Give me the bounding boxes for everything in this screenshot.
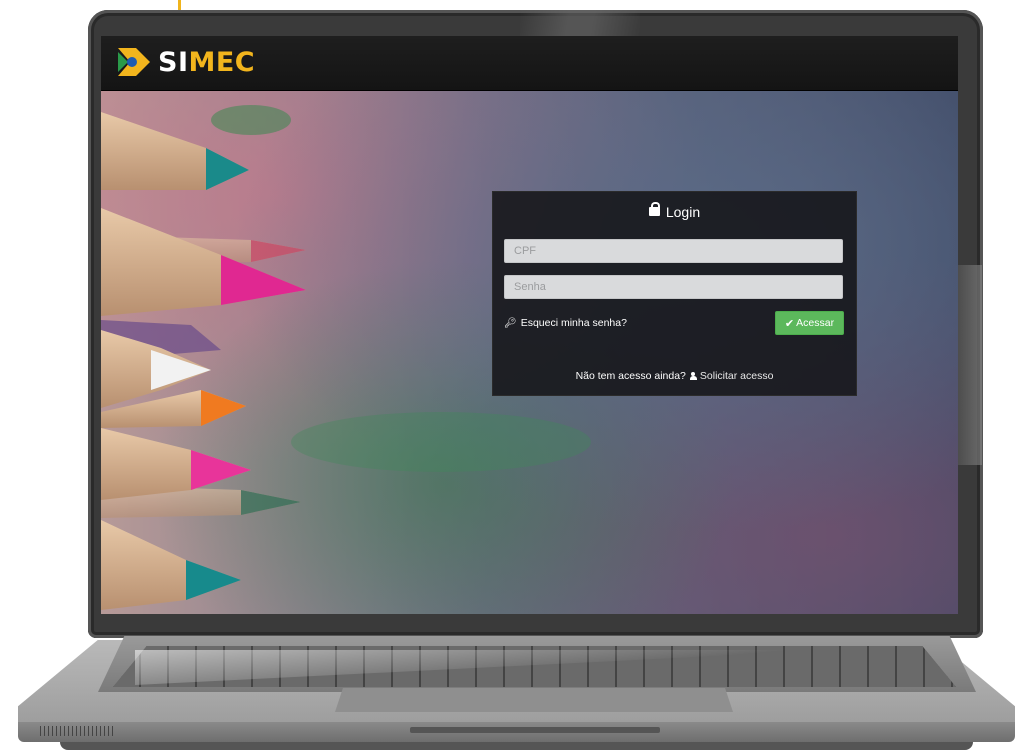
laptop-opener-groove bbox=[410, 727, 660, 733]
login-panel: Login 🔑︎ Esqueci minha senha? ✔Acessar N… bbox=[492, 191, 857, 396]
laptop-trackpad bbox=[335, 688, 733, 712]
login-title: Login bbox=[493, 202, 856, 222]
logo-text: SIMEC bbox=[158, 46, 256, 78]
top-header-bar: SIMEC bbox=[101, 36, 958, 91]
simec-logo[interactable]: SIMEC bbox=[116, 44, 255, 80]
lid-reflection bbox=[520, 10, 640, 38]
simec-logo-icon bbox=[118, 48, 150, 76]
no-access-text: Não tem acesso ainda? bbox=[575, 370, 686, 382]
login-title-label: Login bbox=[665, 204, 701, 220]
user-icon bbox=[689, 372, 697, 380]
request-access-link[interactable]: Solicitar acesso bbox=[700, 370, 774, 382]
laptop-base-bottom bbox=[60, 742, 973, 750]
cpf-field[interactable] bbox=[504, 239, 843, 263]
acessar-button[interactable]: ✔ Acessar bbox=[775, 311, 844, 335]
senha-field[interactable] bbox=[504, 275, 843, 299]
laptop-screen: SIMEC Login 🔑︎ Esqueci minha senha? ✔Ace… bbox=[101, 36, 958, 614]
acessar-label: Acessar bbox=[796, 317, 835, 329]
lid-side-reflection bbox=[958, 265, 982, 465]
senha-input[interactable] bbox=[505, 276, 842, 298]
lock-icon bbox=[648, 202, 660, 216]
request-access-line: Não tem acesso ainda? Solicitar acesso bbox=[493, 370, 856, 382]
cpf-input[interactable] bbox=[505, 240, 842, 262]
forgot-password-label: Esqueci minha senha? bbox=[520, 317, 627, 329]
laptop-vent bbox=[40, 726, 116, 736]
key-icon: 🔑︎ bbox=[504, 317, 517, 329]
check-icon: ✔ bbox=[784, 317, 795, 330]
forgot-password-link[interactable]: 🔑︎ Esqueci minha senha? bbox=[504, 317, 627, 329]
